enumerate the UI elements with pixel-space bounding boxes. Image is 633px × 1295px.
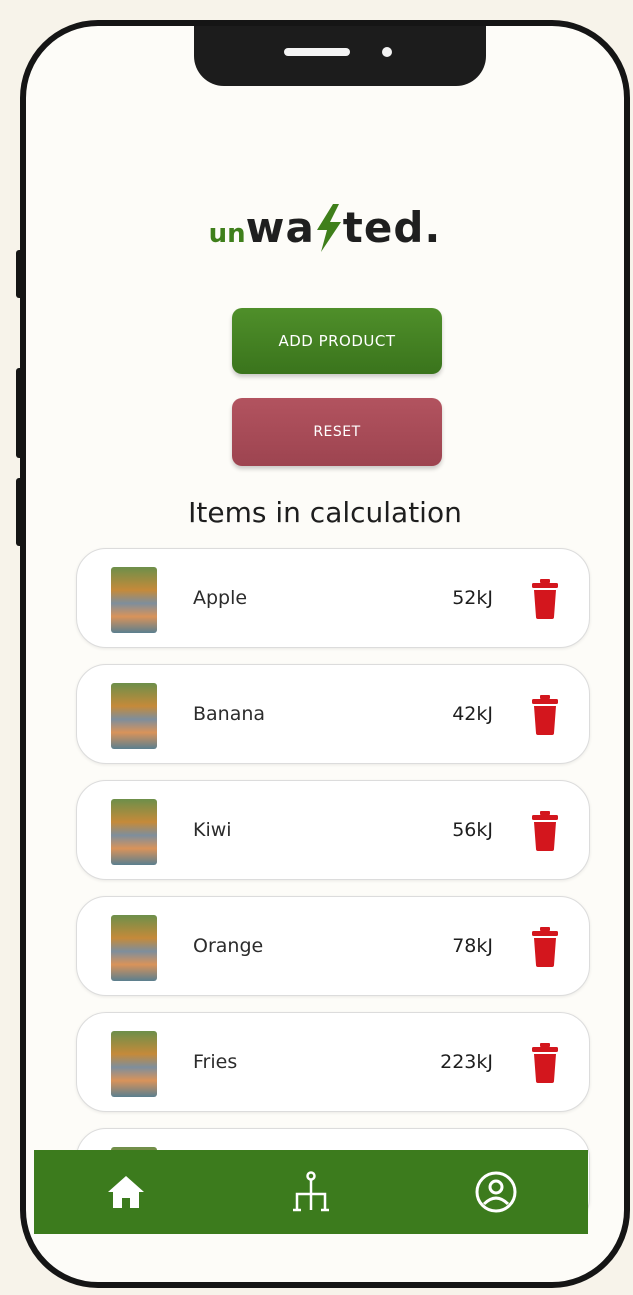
product-name: Fries <box>193 1051 238 1073</box>
list-item[interactable]: Banana 42kJ <box>76 664 590 764</box>
product-energy: 223kJ <box>440 1051 493 1073</box>
trash-icon[interactable] <box>531 811 559 851</box>
logo-un: un <box>208 219 246 249</box>
product-thumbnail <box>111 567 157 633</box>
items-section-title: Items in calculation <box>188 496 462 529</box>
lightning-bolt-icon <box>315 204 343 252</box>
product-name: Orange <box>193 935 264 957</box>
product-name: Banana <box>193 703 266 725</box>
trash-icon[interactable] <box>531 579 559 619</box>
speaker-slot <box>284 48 350 56</box>
product-energy: 42kJ <box>452 703 493 725</box>
screen: un wa ted. ADD PRODUCT RESET Items in ca… <box>0 0 633 1295</box>
add-product-button[interactable]: ADD PRODUCT <box>232 308 442 374</box>
product-thumbnail <box>111 1031 157 1097</box>
list-item[interactable]: Orange 78kJ <box>76 896 590 996</box>
trash-icon[interactable] <box>531 695 559 735</box>
scale-icon <box>292 1171 329 1212</box>
product-energy: 56kJ <box>452 819 493 841</box>
list-item[interactable]: Apple 52kJ <box>76 548 590 648</box>
product-name: Kiwi <box>193 819 232 841</box>
phone-notch <box>194 26 486 86</box>
list-item[interactable]: Fries 223kJ <box>76 1012 590 1112</box>
bottom-navigation <box>34 1150 588 1234</box>
product-energy: 78kJ <box>452 935 493 957</box>
product-thumbnail <box>111 915 157 981</box>
nav-profile-button[interactable] <box>466 1162 526 1222</box>
profile-icon <box>475 1171 517 1213</box>
front-camera <box>382 47 392 57</box>
phone-frame: un wa ted. ADD PRODUCT RESET Items in ca… <box>20 20 630 1288</box>
nav-scale-button[interactable] <box>281 1162 341 1222</box>
reset-button[interactable]: RESET <box>232 398 442 466</box>
product-thumbnail <box>111 799 157 865</box>
trash-icon[interactable] <box>531 1043 559 1083</box>
product-name: Apple <box>193 587 248 609</box>
logo-ted: ted. <box>342 203 442 252</box>
product-energy: 52kJ <box>452 587 493 609</box>
list-item[interactable]: Kiwi 56kJ <box>76 780 590 880</box>
nav-home-button[interactable] <box>96 1162 156 1222</box>
product-thumbnail <box>111 683 157 749</box>
home-icon <box>108 1176 145 1208</box>
app-logo: un wa ted. <box>26 194 624 252</box>
logo-wa: wa <box>245 203 315 252</box>
trash-icon[interactable] <box>531 927 559 967</box>
